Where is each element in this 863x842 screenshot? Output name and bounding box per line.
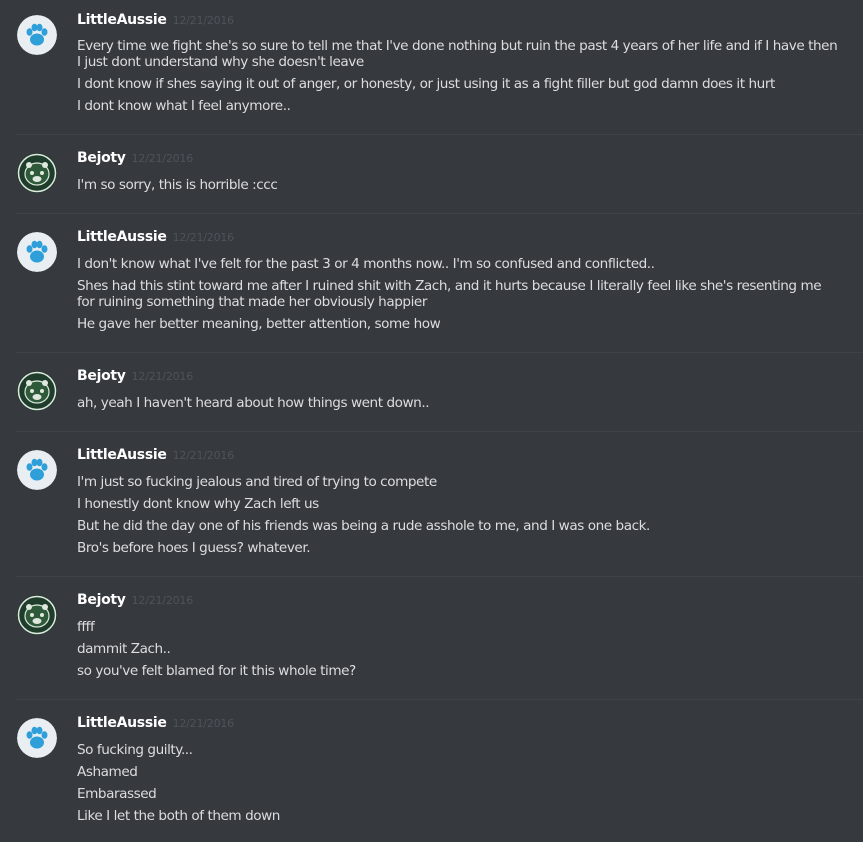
avatar[interactable] [17, 450, 57, 490]
message-text: I'm so sorry, this is horrible :ccc [77, 177, 278, 193]
message-text: ah, yeah I haven't heard about how thing… [77, 395, 430, 411]
message-text: I honestly dont know why Zach left us [77, 496, 319, 512]
message-text: I dont know what I feel anymore.. [77, 98, 291, 114]
message-text: ffff [77, 619, 95, 635]
message-text: Ashamed [77, 764, 138, 780]
timestamp[interactable]: 12/21/2016 [132, 152, 194, 165]
paw-icon [17, 15, 57, 55]
message-text: I don't know what I've felt for the past… [77, 256, 655, 272]
paw-icon [17, 718, 57, 758]
message-text: So fucking guilty... [77, 742, 193, 758]
message-divider [16, 576, 863, 577]
message-header: Bejoty 12/21/2016 [77, 365, 193, 384]
timestamp[interactable]: 12/21/2016 [173, 14, 235, 27]
avatar[interactable] [17, 718, 57, 758]
message-header: LittleAussie 12/21/2016 [77, 444, 234, 463]
timestamp[interactable]: 12/21/2016 [132, 594, 194, 607]
message-text: Bro's before hoes I guess? whatever. [77, 540, 311, 556]
username[interactable]: Bejoty [77, 150, 126, 166]
username[interactable]: LittleAussie [77, 447, 167, 463]
username[interactable]: Bejoty [77, 592, 126, 608]
username[interactable]: LittleAussie [77, 715, 167, 731]
message-text: I'm just so fucking jealous and tired of… [77, 474, 437, 490]
message-text: He gave her better meaning, better atten… [77, 316, 441, 332]
timestamp[interactable]: 12/21/2016 [173, 231, 235, 244]
username[interactable]: LittleAussie [77, 12, 167, 28]
avatar[interactable] [17, 371, 57, 411]
message-divider [16, 134, 863, 135]
username[interactable]: LittleAussie [77, 229, 167, 245]
paw-icon [17, 450, 57, 490]
message-header: Bejoty 12/21/2016 [77, 589, 193, 608]
message-header: LittleAussie 12/21/2016 [77, 712, 234, 731]
avatar[interactable] [17, 153, 57, 193]
timestamp[interactable]: 12/21/2016 [173, 717, 235, 730]
paw-icon [17, 232, 57, 272]
avatar[interactable] [17, 595, 57, 635]
avatar[interactable] [17, 15, 57, 55]
message-text: I just dont understand why she doesn't l… [77, 54, 364, 70]
message-text: But he did the day one of his friends wa… [77, 518, 650, 534]
message-text: Embarassed [77, 786, 157, 802]
message-text: Every time we fight she's so sure to tel… [77, 38, 838, 54]
message-text: so you've felt blamed for it this whole … [77, 663, 356, 679]
creature-icon [17, 153, 57, 193]
message-text: for ruining something that made her obvi… [77, 294, 427, 310]
timestamp[interactable]: 12/21/2016 [132, 370, 194, 383]
timestamp[interactable]: 12/21/2016 [173, 449, 235, 462]
message-divider [16, 699, 863, 700]
creature-icon [17, 371, 57, 411]
message-divider [16, 213, 863, 214]
message-divider [16, 352, 863, 353]
username[interactable]: Bejoty [77, 368, 126, 384]
message-text: Shes had this stint toward me after I ru… [77, 278, 822, 294]
avatar[interactable] [17, 232, 57, 272]
message-divider [16, 431, 863, 432]
message-header: LittleAussie 12/21/2016 [77, 9, 234, 28]
chat-log: LittleAussie 12/21/2016 Every time we fig… [0, 0, 863, 842]
message-header: Bejoty 12/21/2016 [77, 147, 193, 166]
message-text: Like I let the both of them down [77, 808, 280, 824]
message-header: LittleAussie 12/21/2016 [77, 226, 234, 245]
creature-icon [17, 595, 57, 635]
message-text: I dont know if shes saying it out of ang… [77, 76, 775, 92]
message-text: dammit Zach.. [77, 641, 171, 657]
